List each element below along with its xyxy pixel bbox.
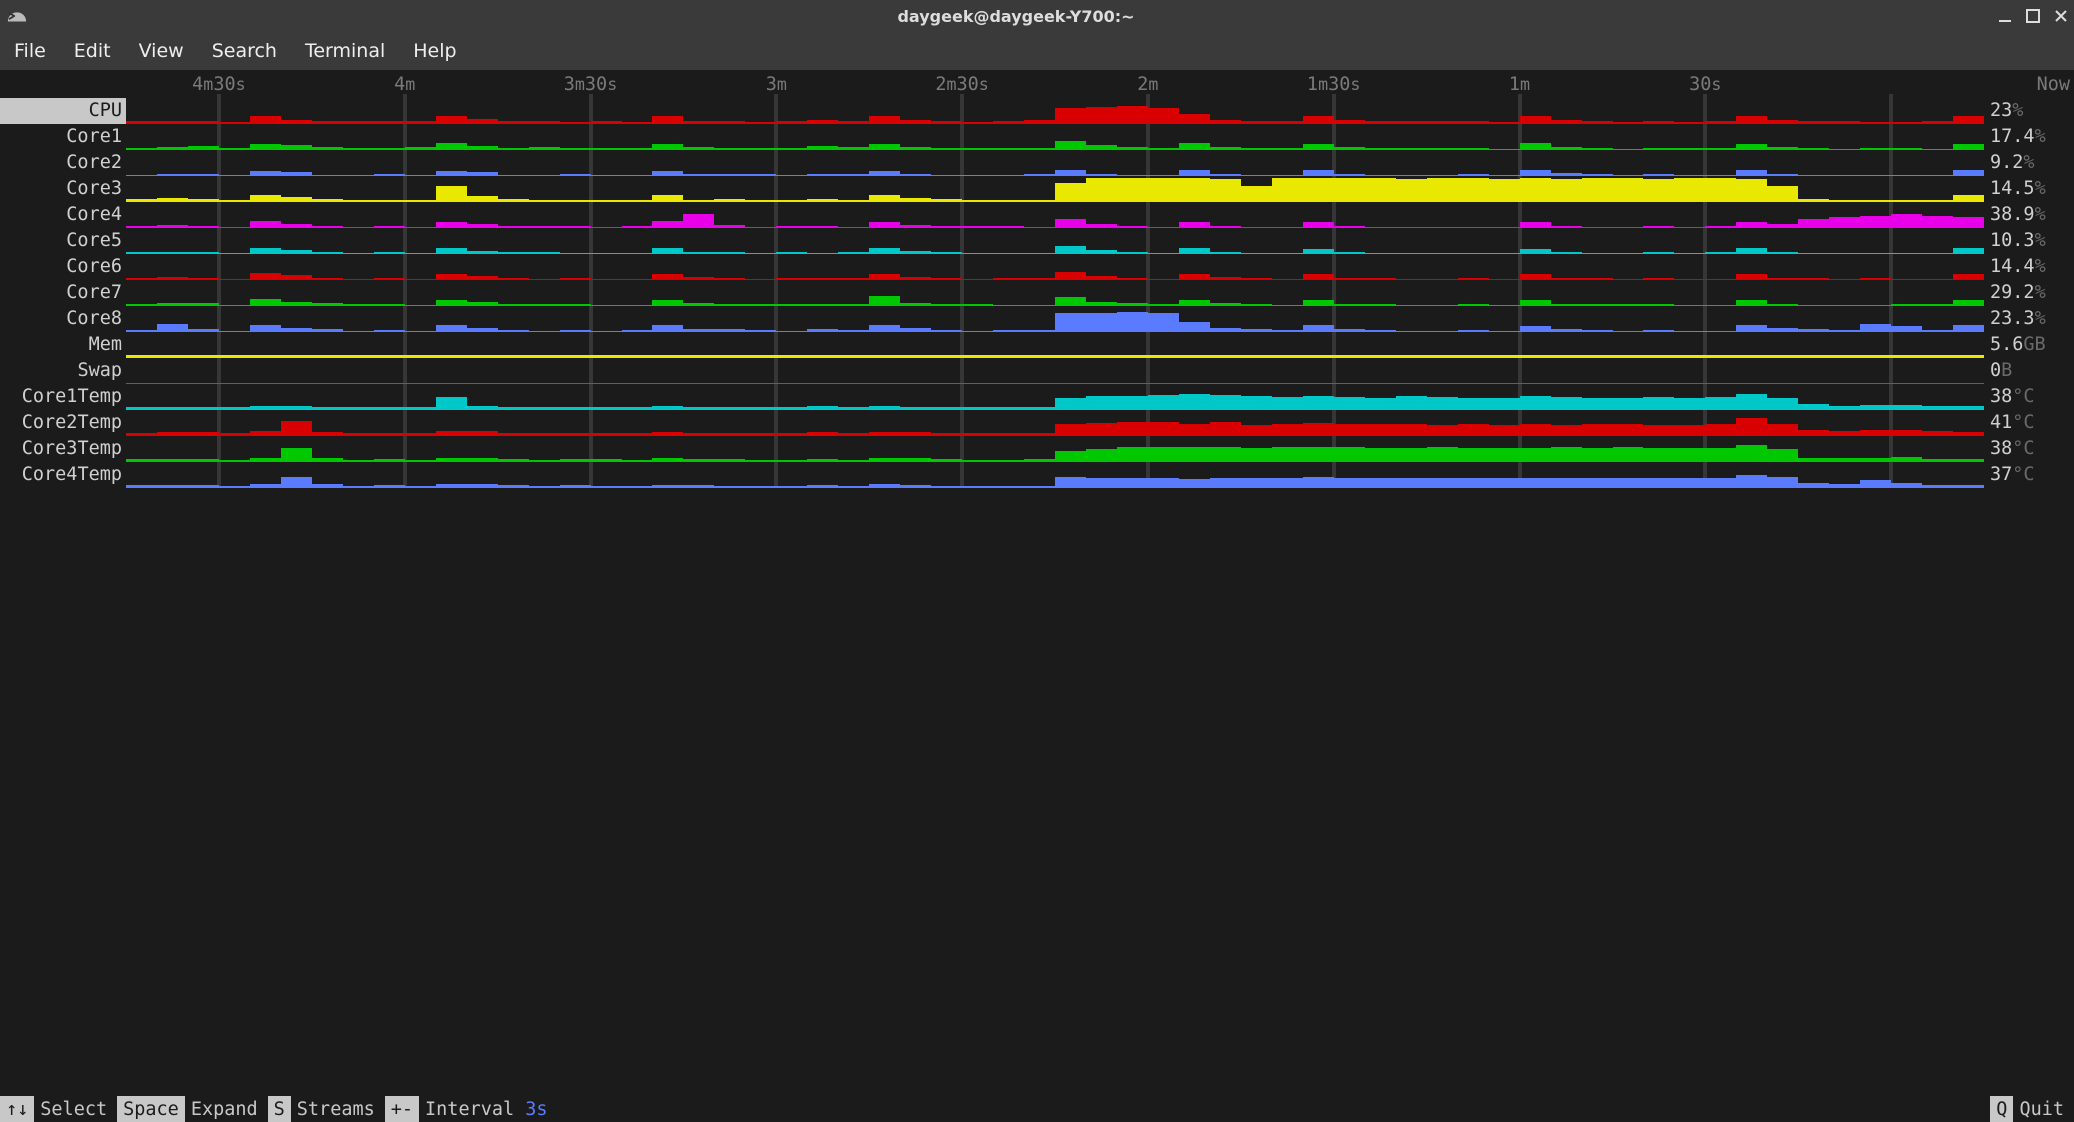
metric-chart [126,384,1984,410]
metric-row-core1temp[interactable]: Core1Temp 38°C [0,384,2074,410]
menu-view[interactable]: View [139,40,184,62]
metric-chart [126,202,1984,228]
metric-label: Core1 [0,124,126,150]
metric-label: Core5 [0,228,126,254]
time-tick: 3m [766,74,787,95]
menu-terminal[interactable]: Terminal [305,40,385,62]
metric-value: 9.2% [1984,150,2074,176]
terminal-icon [6,5,28,27]
time-tick: 30s [1689,74,1721,95]
metric-value: 14.5% [1984,176,2074,202]
metric-value: 29.2% [1984,280,2074,306]
time-tick: 1m [1509,74,1530,95]
status-desc-interval: Interval 3s [419,1096,558,1122]
metric-label: Core2Temp [0,410,126,436]
menu-help[interactable]: Help [413,40,456,62]
metric-row-core8[interactable]: Core8 23.3% [0,306,2074,332]
time-tick: 2m [1137,74,1158,95]
menu-search[interactable]: Search [212,40,277,62]
terminal-output: 4m30s4m3m30s3m2m30s2m1m30s1m30s Now CPU2… [0,70,2074,1096]
time-tick: 1m30s [1307,74,1360,95]
metric-label: Core7 [0,280,126,306]
metric-chart [126,332,1984,358]
metric-value: 0B [1984,358,2074,384]
metric-label: Mem [0,332,126,358]
menu-edit[interactable]: Edit [74,40,111,62]
metric-value: 5.6GB [1984,332,2074,358]
time-tick: 2m30s [935,74,988,95]
metric-label: Core3Temp [0,436,126,462]
metric-value: 38°C [1984,436,2074,462]
time-tick: 4m [394,74,415,95]
minimize-icon[interactable] [1998,9,2012,23]
metric-chart [126,124,1984,150]
metric-value: 37°C [1984,462,2074,488]
metric-chart [126,462,1984,488]
metric-row-core3temp[interactable]: Core3Temp 38°C [0,436,2074,462]
metric-value: 38°C [1984,384,2074,410]
metric-value: 14.4% [1984,254,2074,280]
metric-chart [126,150,1984,176]
status-desc-select: Select [34,1096,117,1122]
metric-label: Core4 [0,202,126,228]
metric-chart [126,306,1984,332]
metric-row-core5[interactable]: Core5 10.3% [0,228,2074,254]
time-axis: 4m30s4m3m30s3m2m30s2m1m30s1m30s Now [0,74,2074,98]
metric-chart [126,280,1984,306]
statusbar: ↑↓ Select Space Expand S Streams +- Inte… [0,1096,2074,1122]
status-desc-expand: Expand [185,1096,268,1122]
status-key-expand: Space [117,1096,185,1122]
metric-label: Core8 [0,306,126,332]
metric-chart [126,176,1984,202]
metric-label: Core1Temp [0,384,126,410]
metric-row-swap[interactable]: Swap 0B [0,358,2074,384]
metric-label: Core2 [0,150,126,176]
metric-value: 38.9% [1984,202,2074,228]
metric-label: Core6 [0,254,126,280]
menubar: File Edit View Search Terminal Help [0,32,2074,70]
metric-chart [126,228,1984,254]
metric-label: Core4Temp [0,462,126,488]
metric-label: CPU [0,98,126,124]
metric-row-core3[interactable]: Core3 14.5% [0,176,2074,202]
metric-row-core2[interactable]: Core2 9.2% [0,150,2074,176]
metric-label: Swap [0,358,126,384]
status-desc-quit: Quit [2013,1096,2074,1122]
status-key-streams: S [268,1096,291,1122]
metric-row-cpu[interactable]: CPU 23% [0,98,2074,124]
metric-value: 23% [1984,98,2074,124]
metric-chart [126,436,1984,462]
time-tick: 4m30s [192,74,245,95]
metric-row-core7[interactable]: Core7 29.2% [0,280,2074,306]
metric-value: 17.4% [1984,124,2074,150]
metric-row-core4[interactable]: Core4 38.9% [0,202,2074,228]
metric-row-core4temp[interactable]: Core4Temp 37°C [0,462,2074,488]
metric-label: Core3 [0,176,126,202]
metric-chart [126,254,1984,280]
metric-row-core1[interactable]: Core1 17.4% [0,124,2074,150]
time-axis-now: Now [1984,74,2074,98]
titlebar: daygeek@daygeek-Y700:~ [0,0,2074,32]
metric-rows: CPU23%Core117.4%Core29.2%Core314.5%Core4… [0,98,2074,488]
metric-value: 23.3% [1984,306,2074,332]
metric-row-mem[interactable]: Mem 5.6GB [0,332,2074,358]
close-icon[interactable] [2054,9,2068,23]
metric-row-core6[interactable]: Core6 14.4% [0,254,2074,280]
status-key-select: ↑↓ [0,1096,34,1122]
metric-chart [126,358,1984,384]
status-key-quit: Q [1990,1096,2013,1122]
menu-file[interactable]: File [14,40,46,62]
metric-chart [126,98,1984,124]
status-desc-streams: Streams [291,1096,385,1122]
metric-chart [126,410,1984,436]
time-tick: 3m30s [564,74,617,95]
metric-value: 41°C [1984,410,2074,436]
metric-row-core2temp[interactable]: Core2Temp 41°C [0,410,2074,436]
window-title: daygeek@daygeek-Y700:~ [34,7,1998,26]
status-key-interval: +- [385,1096,419,1122]
maximize-icon[interactable] [2026,9,2040,23]
metric-value: 10.3% [1984,228,2074,254]
